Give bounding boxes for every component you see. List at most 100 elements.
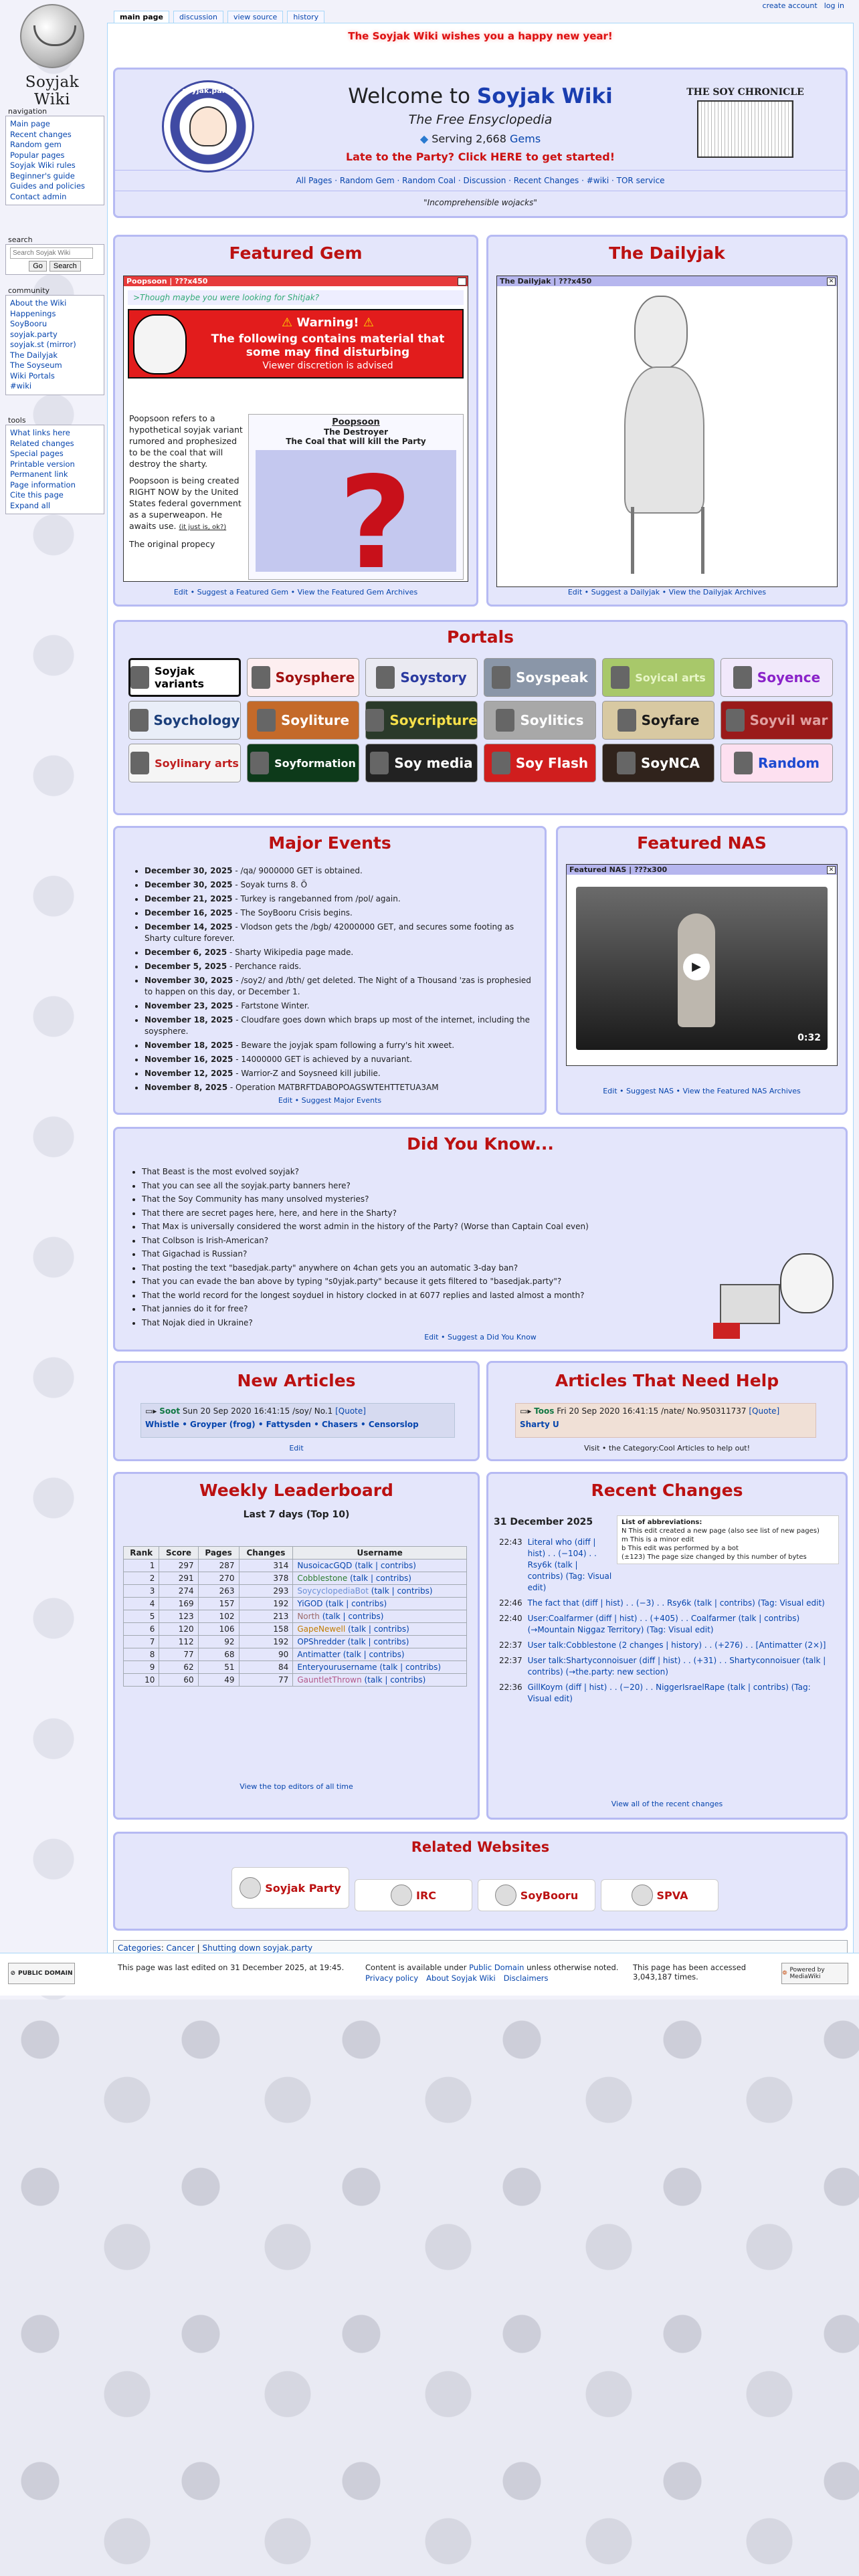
public-domain-link[interactable]: Public Domain (469, 1963, 524, 1972)
portal-13[interactable]: Soyformation (247, 744, 359, 782)
leaderboard-cell[interactable]: Cobblestone (talk | contribs) (292, 1572, 467, 1585)
tab-discussion[interactable]: discussion (173, 11, 223, 23)
quote-link[interactable]: [Quote] (749, 1406, 779, 1416)
portal-15[interactable]: Soy Flash (484, 744, 596, 782)
need-help-footer[interactable]: Visit • the Category:Cool Articles to he… (488, 1444, 846, 1453)
portal-14[interactable]: Soy media (365, 744, 478, 782)
site-logo[interactable]: Soyjak Wiki (5, 4, 99, 108)
disclaimers-link[interactable]: Disclaimers (504, 1973, 549, 1983)
talk-contribs-links[interactable]: (talk | contribs) (323, 1599, 387, 1608)
community-item-4[interactable]: soyjak.st (mirror) (10, 340, 100, 350)
portal-7[interactable]: Soyliture (247, 701, 359, 740)
talk-contribs-links[interactable]: (talk | contribs) (345, 1637, 409, 1646)
related-site-3[interactable]: SPVA (601, 1879, 719, 1911)
community-item-6[interactable]: The Soyseum (10, 360, 100, 371)
new-articles-footer[interactable]: Edit (115, 1444, 478, 1453)
portal-10[interactable]: Soyfare (602, 701, 714, 740)
categories-label[interactable]: Categories (118, 1943, 161, 1953)
nav-item-6[interactable]: Guides and policies (10, 181, 100, 192)
entry-text[interactable]: The fact that (diff | hist) . . (−3) . .… (528, 1598, 825, 1609)
create-account-link[interactable]: create account (762, 1, 817, 10)
portal-17[interactable]: Random (721, 744, 833, 782)
dailyjak-footer[interactable]: Edit • Suggest a Dailyjak • View the Dai… (488, 588, 846, 597)
tab-history[interactable]: history (287, 11, 325, 23)
tools-item-6[interactable]: Cite this page (10, 490, 100, 501)
featured-gem-footer[interactable]: Edit • Suggest a Featured Gem • View the… (115, 588, 476, 597)
community-item-1[interactable]: Happenings (10, 309, 100, 320)
entry-text[interactable]: User talk:Shartyconnoisuer (diff | hist)… (528, 1655, 834, 1678)
poopsoon-image[interactable]: ? (256, 450, 456, 572)
recent-footer[interactable]: View all of the recent changes (488, 1800, 846, 1808)
leaderboard-cell[interactable]: NusoicacGQD (talk | contribs) (292, 1559, 467, 1572)
chronicle-title[interactable]: THE SOY CHRONICLE (678, 87, 812, 98)
talk-contribs-links[interactable]: (talk | contribs) (341, 1650, 405, 1659)
portal-8[interactable]: Soycripture (365, 701, 478, 740)
gems-link[interactable]: Gems (510, 132, 541, 145)
nav-item-0[interactable]: Main page (10, 119, 100, 130)
portal-5[interactable]: Soyence (721, 658, 833, 697)
nas-video-player[interactable]: ▶ 0:32 (576, 887, 828, 1050)
public-domain-badge[interactable]: ⊘ PUBLIC DOMAIN (8, 1963, 75, 1984)
need-help-link[interactable]: Sharty U (520, 1420, 812, 1429)
entry-text[interactable]: User:Coalfarmer (diff | hist) . . (+405)… (528, 1613, 834, 1636)
talk-contribs-links[interactable]: (talk | contribs) (369, 1586, 433, 1596)
tab-main-page[interactable]: main page (114, 11, 169, 23)
portal-4[interactable]: Soyical arts (602, 658, 714, 697)
community-item-5[interactable]: The Dailyjak (10, 350, 100, 361)
talk-contribs-links[interactable]: (talk | contribs) (347, 1574, 411, 1583)
talk-contribs-links[interactable]: (talk | contribs) (362, 1675, 426, 1685)
go-button[interactable]: Go (29, 261, 47, 272)
community-item-8[interactable]: #wiki (10, 381, 100, 392)
welcome-links[interactable]: All Pages · Random Gem · Random Coal · D… (115, 176, 846, 185)
tools-item-0[interactable]: What links here (10, 428, 100, 439)
entry-text[interactable]: Literal who (diff | hist) . . (−104) . .… (528, 1537, 613, 1594)
leaderboard-footer[interactable]: View the top editors of all time (115, 1782, 478, 1791)
portal-9[interactable]: Soylitics (484, 701, 596, 740)
entry-text[interactable]: User talk:Cobblestone (2 changes | histo… (528, 1640, 826, 1651)
talk-contribs-links[interactable]: (talk | contribs) (352, 1561, 416, 1570)
leaderboard-cell[interactable]: GapeNewell (talk | contribs) (292, 1622, 467, 1636)
leaderboard-header-username[interactable]: Username (292, 1546, 467, 1560)
nav-item-3[interactable]: Popular pages (10, 150, 100, 161)
leaderboard-cell[interactable]: SoycyclopediaBot (talk | contribs) (292, 1584, 467, 1598)
tools-item-2[interactable]: Special pages (10, 449, 100, 459)
powered-by-mediawiki-badge[interactable]: ❁ Powered by MediaWiki (781, 1963, 848, 1984)
category-cancer[interactable]: Cancer (167, 1943, 195, 1953)
nav-item-4[interactable]: Soyjak Wiki rules (10, 160, 100, 171)
talk-contribs-links[interactable]: (talk | contribs) (377, 1662, 441, 1672)
tools-item-5[interactable]: Page information (10, 480, 100, 491)
nav-item-7[interactable]: Contact admin (10, 192, 100, 203)
shitjak-hatnote[interactable]: >Though maybe you were looking for Shitj… (128, 290, 464, 305)
talk-contribs-links[interactable]: (talk | contribs) (345, 1624, 409, 1634)
quote-link[interactable]: [Quote] (335, 1406, 366, 1416)
play-icon[interactable]: ▶ (683, 954, 710, 980)
entry-text[interactable]: GillKoym (diff | hist) . . (−20) . . Nig… (528, 1682, 834, 1705)
chronicle-newspaper-image[interactable] (697, 100, 793, 158)
leaderboard-cell[interactable]: Enteryourusername (talk | contribs) (292, 1660, 467, 1674)
close-icon[interactable]: ✕ (458, 277, 466, 286)
privacy-policy-link[interactable]: Privacy policy (365, 1973, 418, 1983)
new-articles-links[interactable]: Whistle • Groyper (frog) • Fattysden • C… (145, 1420, 450, 1429)
tools-item-3[interactable]: Printable version (10, 459, 100, 470)
tools-item-1[interactable]: Related changes (10, 439, 100, 449)
related-site-2[interactable]: SoyBooru (478, 1879, 595, 1911)
community-item-7[interactable]: Wiki Portals (10, 371, 100, 382)
close-icon[interactable]: ✕ (827, 865, 836, 874)
portal-11[interactable]: Soyvil war (721, 701, 833, 740)
search-input[interactable] (10, 247, 93, 259)
leaderboard-cell[interactable]: OPShredder (talk | contribs) (292, 1635, 467, 1648)
portal-2[interactable]: Soystory (365, 658, 478, 697)
about-link[interactable]: About Soyjak Wiki (426, 1973, 496, 1983)
leaderboard-header-rank[interactable]: Rank (122, 1546, 160, 1560)
portal-3[interactable]: Soyspeak (484, 658, 596, 697)
featured-nas-footer[interactable]: Edit • Suggest NAS • View the Featured N… (558, 1087, 846, 1095)
leaderboard-header-score[interactable]: Score (159, 1546, 199, 1560)
login-link[interactable]: log in (824, 1, 844, 10)
dyk-footer[interactable]: Edit • Suggest a Did You Know (115, 1333, 846, 1341)
nav-item-1[interactable]: Recent changes (10, 130, 100, 140)
tools-item-4[interactable]: Permanent link (10, 469, 100, 480)
portal-16[interactable]: SoyNCA (602, 744, 714, 782)
portal-12[interactable]: Soylinary arts (128, 744, 241, 782)
nav-item-5[interactable]: Beginner's guide (10, 171, 100, 182)
category-shutting-down[interactable]: Shutting down soyjak.party (202, 1943, 312, 1953)
